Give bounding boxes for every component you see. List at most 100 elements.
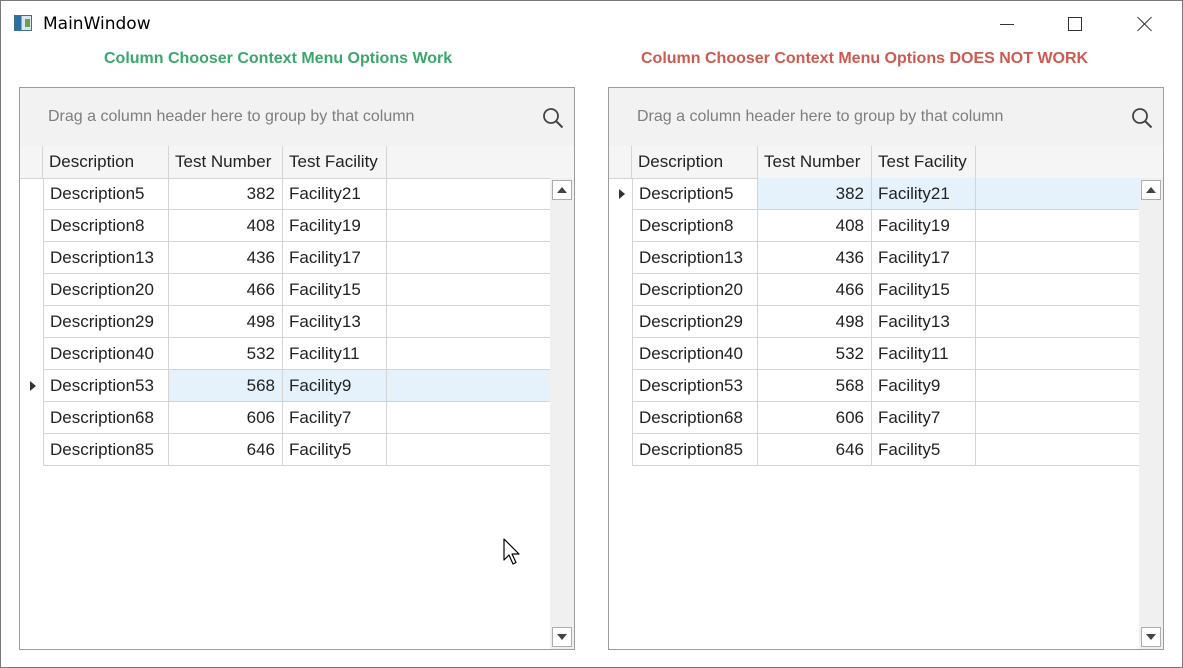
cell-description[interactable]: Description29 xyxy=(43,306,169,338)
vertical-scrollbar[interactable] xyxy=(550,178,574,649)
row-indicator[interactable] xyxy=(20,274,43,306)
table-row[interactable]: Description40 532 Facility11 xyxy=(20,338,550,370)
row-indicator[interactable] xyxy=(609,370,632,402)
scroll-down-button[interactable] xyxy=(1141,627,1161,647)
column-header-test-number[interactable]: Test Number xyxy=(169,146,283,178)
column-header-test-number[interactable]: Test Number xyxy=(758,146,872,178)
search-icon[interactable] xyxy=(542,107,564,129)
cell-test-number[interactable]: 646 xyxy=(758,434,872,466)
vertical-scrollbar[interactable] xyxy=(1139,178,1163,649)
table-row[interactable]: Description5 382 Facility21 xyxy=(609,178,1139,210)
table-row[interactable]: Description20 466 Facility15 xyxy=(609,274,1139,306)
table-row[interactable]: Description85 646 Facility5 xyxy=(609,434,1139,466)
cell-description[interactable]: Description5 xyxy=(43,178,169,210)
maximize-button[interactable] xyxy=(1052,1,1098,47)
cell-description[interactable]: Description20 xyxy=(43,274,169,306)
row-indicator[interactable] xyxy=(609,402,632,434)
cell-test-number[interactable]: 466 xyxy=(169,274,283,306)
cell-description[interactable]: Description68 xyxy=(43,402,169,434)
table-row[interactable]: Description53 568 Facility9 xyxy=(609,370,1139,402)
cell-test-facility[interactable]: Facility13 xyxy=(872,306,976,338)
app-icon[interactable] xyxy=(14,15,32,31)
table-row[interactable]: Description20 466 Facility15 xyxy=(20,274,550,306)
cell-test-number[interactable]: 466 xyxy=(758,274,872,306)
cell-description[interactable]: Description85 xyxy=(43,434,169,466)
row-indicator[interactable] xyxy=(20,434,43,466)
cell-test-number[interactable]: 498 xyxy=(758,306,872,338)
table-row[interactable]: Description53 568 Facility9 xyxy=(20,370,550,402)
row-indicator[interactable] xyxy=(609,306,632,338)
cell-description[interactable]: Description40 xyxy=(632,338,758,370)
cell-test-number[interactable]: 436 xyxy=(758,242,872,274)
cell-test-number[interactable]: 408 xyxy=(758,210,872,242)
cell-description[interactable]: Description5 xyxy=(632,178,758,210)
cell-test-facility[interactable]: Facility11 xyxy=(872,338,976,370)
cell-test-number[interactable]: 532 xyxy=(758,338,872,370)
cell-test-number[interactable]: 498 xyxy=(169,306,283,338)
cell-description[interactable]: Description40 xyxy=(43,338,169,370)
group-panel[interactable]: Drag a column header here to group by th… xyxy=(20,88,574,147)
cell-test-number[interactable]: 382 xyxy=(758,178,872,210)
cell-test-facility[interactable]: Facility13 xyxy=(283,306,387,338)
cell-test-facility[interactable]: Facility9 xyxy=(283,370,387,402)
table-row[interactable]: Description40 532 Facility11 xyxy=(609,338,1139,370)
table-row[interactable]: Description13 436 Facility17 xyxy=(20,242,550,274)
column-header-test-facility[interactable]: Test Facility xyxy=(872,146,976,178)
row-indicator[interactable] xyxy=(20,402,43,434)
column-header-test-facility[interactable]: Test Facility xyxy=(283,146,387,178)
title-bar[interactable]: MainWindow xyxy=(1,1,1182,47)
table-row[interactable]: Description68 606 Facility7 xyxy=(609,402,1139,434)
cell-test-facility[interactable]: Facility15 xyxy=(283,274,387,306)
table-row[interactable]: Description8 408 Facility19 xyxy=(20,210,550,242)
scroll-up-button[interactable] xyxy=(1141,180,1161,200)
cell-test-number[interactable]: 436 xyxy=(169,242,283,274)
cell-test-number[interactable]: 382 xyxy=(169,178,283,210)
cell-test-facility[interactable]: Facility21 xyxy=(283,178,387,210)
cell-test-facility[interactable]: Facility7 xyxy=(283,402,387,434)
row-indicator[interactable] xyxy=(609,434,632,466)
cell-test-facility[interactable]: Facility5 xyxy=(872,434,976,466)
cell-test-facility[interactable]: Facility9 xyxy=(872,370,976,402)
row-indicator[interactable] xyxy=(609,338,632,370)
table-row[interactable]: Description13 436 Facility17 xyxy=(609,242,1139,274)
row-indicator[interactable] xyxy=(20,370,43,402)
close-button[interactable] xyxy=(1122,1,1168,47)
cell-test-facility[interactable]: Facility19 xyxy=(283,210,387,242)
cell-test-facility[interactable]: Facility11 xyxy=(283,338,387,370)
cell-description[interactable]: Description85 xyxy=(632,434,758,466)
cell-description[interactable]: Description68 xyxy=(632,402,758,434)
cell-test-facility[interactable]: Facility17 xyxy=(283,242,387,274)
cell-test-number[interactable]: 408 xyxy=(169,210,283,242)
cell-description[interactable]: Description13 xyxy=(43,242,169,274)
cell-description[interactable]: Description13 xyxy=(632,242,758,274)
row-indicator[interactable] xyxy=(20,210,43,242)
table-row[interactable]: Description85 646 Facility5 xyxy=(20,434,550,466)
column-header-description[interactable]: Description xyxy=(632,146,758,178)
table-row[interactable]: Description8 408 Facility19 xyxy=(609,210,1139,242)
cell-description[interactable]: Description29 xyxy=(632,306,758,338)
cell-test-number[interactable]: 606 xyxy=(169,402,283,434)
row-indicator[interactable] xyxy=(20,306,43,338)
cell-test-facility[interactable]: Facility17 xyxy=(872,242,976,274)
cell-description[interactable]: Description53 xyxy=(632,370,758,402)
table-row[interactable]: Description29 498 Facility13 xyxy=(609,306,1139,338)
minimize-button[interactable] xyxy=(984,1,1030,47)
row-indicator[interactable] xyxy=(20,178,43,210)
row-indicator[interactable] xyxy=(609,274,632,306)
row-indicator[interactable] xyxy=(609,178,632,210)
scroll-down-button[interactable] xyxy=(552,627,572,647)
group-panel[interactable]: Drag a column header here to group by th… xyxy=(609,88,1163,147)
table-row[interactable]: Description5 382 Facility21 xyxy=(20,178,550,210)
cell-test-number[interactable]: 568 xyxy=(758,370,872,402)
cell-description[interactable]: Description20 xyxy=(632,274,758,306)
cell-test-number[interactable]: 606 xyxy=(758,402,872,434)
row-indicator[interactable] xyxy=(609,242,632,274)
cell-test-facility[interactable]: Facility15 xyxy=(872,274,976,306)
scroll-up-button[interactable] xyxy=(552,180,572,200)
table-row[interactable]: Description29 498 Facility13 xyxy=(20,306,550,338)
column-header-description[interactable]: Description xyxy=(43,146,169,178)
cell-test-number[interactable]: 568 xyxy=(169,370,283,402)
row-indicator[interactable] xyxy=(609,210,632,242)
cell-test-facility[interactable]: Facility7 xyxy=(872,402,976,434)
cell-test-number[interactable]: 646 xyxy=(169,434,283,466)
